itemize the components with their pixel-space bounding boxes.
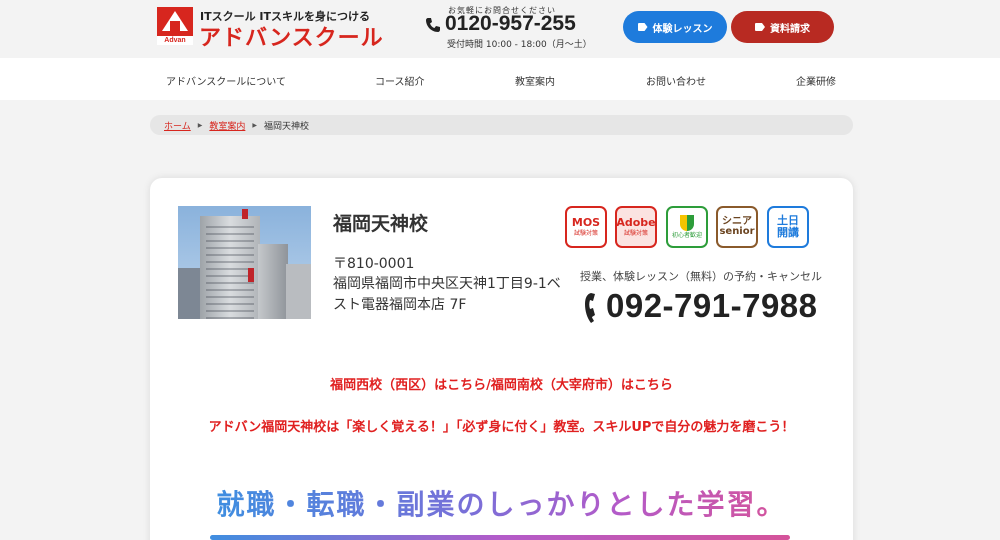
tag-icon bbox=[755, 23, 765, 31]
nav-item-corporate-training[interactable]: 企業研修 bbox=[796, 73, 836, 88]
phone-handset-icon bbox=[585, 293, 595, 323]
nav-item-contact[interactable]: お問い合わせ bbox=[646, 73, 706, 88]
school-name: 福岡天神校 bbox=[333, 213, 429, 235]
badge-mos-main: MOS bbox=[571, 216, 601, 230]
reservation-caption: 授業、体験レッスン（無料）の予約・キャンセル bbox=[580, 270, 822, 283]
advan-logo-icon[interactable]: Advan bbox=[157, 7, 193, 45]
logo-mark-text: Advan bbox=[157, 36, 193, 45]
logo-name[interactable]: アドバンスクール bbox=[199, 20, 384, 52]
other-schools-link[interactable]: 福岡西校（西区）はこちら/福岡南校（大宰府市）はこちら bbox=[150, 374, 853, 393]
nav-item-about[interactable]: アドバンスクールについて bbox=[166, 73, 286, 88]
badge-adobe-main: Adobe bbox=[616, 216, 656, 230]
badge-mos-sub: 試験対策 bbox=[573, 229, 598, 237]
school-intro-text: アドバン福岡天神校は「楽しく覚える！」「必ず身に付く」教室。スキルUPで自分の魅… bbox=[208, 420, 795, 435]
school-address: 福岡県福岡市中央区天神1丁目9-1ベスト電器福岡本店 7F bbox=[333, 276, 561, 313]
breadcrumb-home[interactable]: ホーム bbox=[164, 119, 191, 132]
breadcrumb-current: 福岡天神校 bbox=[264, 121, 310, 132]
badge-adobe-exam: Adobe 試験対策 bbox=[615, 206, 657, 248]
reservation-phone-number[interactable]: 092-791-7988 bbox=[606, 287, 818, 325]
site-header: Advan ITスクール ITスキルを身につける アドバンスクール お気軽にお問… bbox=[0, 0, 1000, 58]
badge-adobe-sub: 試験対策 bbox=[623, 229, 648, 237]
trial-lesson-label: 体験レッスン bbox=[652, 23, 713, 35]
badge-mos-exam: MOS 試験対策 bbox=[565, 206, 607, 248]
tag-icon bbox=[637, 23, 648, 31]
nav-item-classrooms[interactable]: 教室案内 bbox=[515, 73, 555, 88]
badge-weekend-main-2: 開講 bbox=[777, 226, 799, 239]
main-nav: アドバンスクールについて コース紹介 教室案内 お問い合わせ 企業研修 bbox=[0, 58, 1000, 100]
breadcrumb: ホーム ▶ 教室案内 ▶ 福岡天神校 bbox=[150, 115, 853, 135]
badge-senior: シニア senior bbox=[716, 206, 758, 248]
school-postal-code: 〒810-0001 bbox=[333, 256, 415, 272]
badge-weekend-classes: 土日 開講 bbox=[767, 206, 809, 248]
nav-item-courses[interactable]: コース紹介 bbox=[375, 73, 425, 88]
phone-icon bbox=[426, 18, 440, 32]
contact-hours: 受付時間 10:00 - 18:00（月〜土） bbox=[447, 40, 592, 50]
request-documents-label: 資料請求 bbox=[770, 23, 810, 35]
request-documents-button[interactable]: 資料請求 bbox=[731, 11, 834, 43]
school-building-photo bbox=[178, 206, 311, 319]
beginner-mark-icon bbox=[680, 214, 694, 231]
breadcrumb-classrooms[interactable]: 教室案内 bbox=[209, 119, 245, 132]
badge-beginner-welcome: 初心者歓迎 bbox=[666, 206, 708, 248]
contact-phone-number[interactable]: 0120-957-255 bbox=[445, 12, 576, 36]
slogan-text: 就職・転職・副業のしっかりとした学習。 bbox=[216, 488, 787, 521]
breadcrumb-separator-icon: ▶ bbox=[197, 121, 203, 129]
trial-lesson-button[interactable]: 体験レッスン bbox=[623, 11, 727, 43]
slogan-heading: 就職・転職・副業のしっかりとした学習。 bbox=[150, 483, 853, 523]
badge-beginner-sub: 初心者歓迎 bbox=[671, 231, 702, 239]
slogan-underline bbox=[210, 535, 790, 540]
badge-senior-main-2: senior bbox=[719, 226, 755, 237]
breadcrumb-separator-icon: ▶ bbox=[252, 121, 257, 129]
